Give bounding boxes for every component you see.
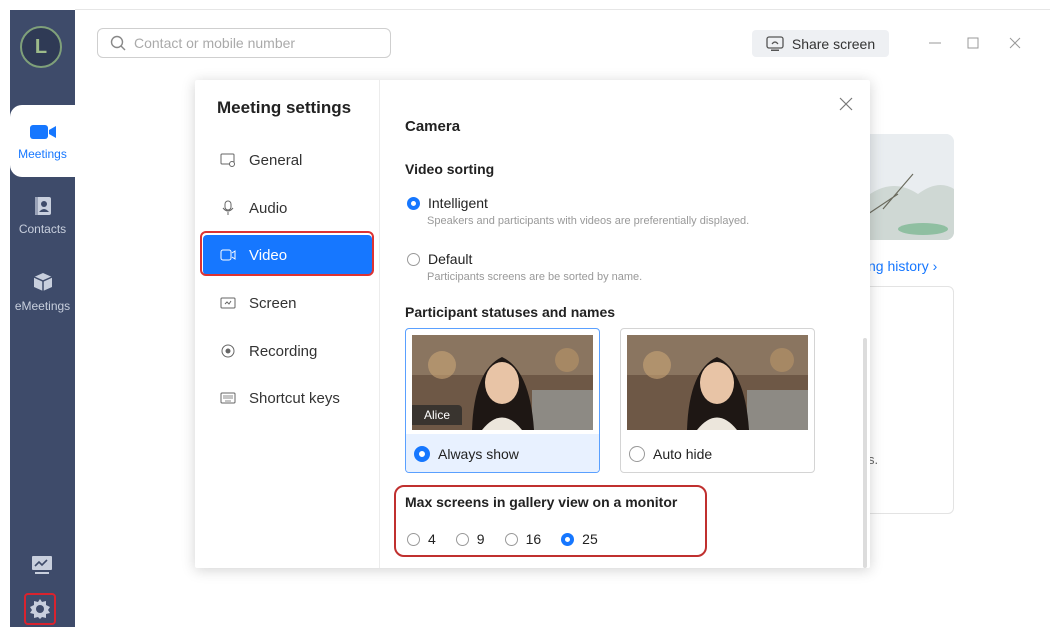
radio-button[interactable] xyxy=(455,532,469,546)
option-4[interactable]: 4 xyxy=(407,531,436,547)
dialog-title: Meeting settings xyxy=(217,98,352,117)
radio-button[interactable] xyxy=(407,252,420,266)
nav-item-shortcut-keys[interactable]: Shortcut keys xyxy=(203,378,372,418)
radio-default[interactable]: Default xyxy=(407,251,472,267)
sidebar-item-label: eMeetings xyxy=(14,299,71,313)
app-sidebar: L Meetings Contacts eMeetings xyxy=(10,10,75,627)
screen-share-monitor-icon[interactable] xyxy=(30,553,54,577)
settings-scrollbar[interactable] xyxy=(863,338,867,568)
always-show-option[interactable]: Always show xyxy=(406,434,599,472)
always-show-card[interactable]: Alice Always show xyxy=(405,328,600,473)
radio-label: 16 xyxy=(525,531,542,547)
cube-icon xyxy=(33,273,52,291)
radio-button[interactable] xyxy=(629,446,645,462)
sidebar-item-label: Contacts xyxy=(18,222,67,236)
search-placeholder: Contact or mobile number xyxy=(134,35,296,51)
radio-label: Intelligent xyxy=(428,195,488,211)
default-description: Participants screens are be sorted by na… xyxy=(427,271,643,283)
radio-label: 9 xyxy=(476,531,485,547)
max-screens-options: 4 9 16 25 xyxy=(407,531,618,547)
sidebar-item-emeetings[interactable]: eMeetings xyxy=(10,265,75,325)
keyboard-icon xyxy=(219,389,237,407)
option-25[interactable]: 25 xyxy=(561,531,598,547)
max-screens-heading: Max screens in gallery view on a monitor xyxy=(405,494,678,510)
option-16[interactable]: 16 xyxy=(504,531,542,547)
meeting-history-link[interactable]: ng history › xyxy=(868,258,937,274)
video-camera-icon xyxy=(29,125,56,139)
nav-item-label: Audio xyxy=(249,199,288,217)
nav-item-audio[interactable]: Audio xyxy=(203,188,372,228)
participant-name-tag: Alice xyxy=(412,405,463,425)
radio-button[interactable] xyxy=(504,532,518,546)
nav-item-screen[interactable]: Screen xyxy=(203,283,372,323)
share-screen-button[interactable]: Share screen xyxy=(752,30,889,57)
radio-intelligent[interactable]: Intelligent xyxy=(407,195,488,211)
illustration-card xyxy=(858,134,954,240)
radio-label: 4 xyxy=(428,531,436,547)
video-sorting-heading: Video sorting xyxy=(405,161,495,177)
close-dialog-icon[interactable] xyxy=(837,96,855,114)
nav-item-label: General xyxy=(249,151,303,169)
share-screen-icon xyxy=(766,35,784,51)
radio-label: 25 xyxy=(582,531,598,547)
close-window-icon[interactable] xyxy=(1006,34,1024,52)
radio-button-selected[interactable] xyxy=(407,196,420,210)
background-panel xyxy=(858,286,954,514)
auto-hide-option[interactable]: Auto hide xyxy=(621,434,814,472)
search-input[interactable]: Contact or mobile number xyxy=(97,28,391,58)
radio-label: Auto hide xyxy=(653,446,713,462)
camera-heading: Camera xyxy=(405,118,461,135)
screen-icon xyxy=(219,294,237,312)
radio-label: Default xyxy=(428,251,473,267)
intelligent-description: Speakers and participants with videos ar… xyxy=(427,215,750,227)
video-highlight-box xyxy=(200,231,374,276)
radio-button-selected[interactable] xyxy=(561,532,575,546)
settings-gear-icon[interactable] xyxy=(24,593,56,625)
sidebar-item-contacts[interactable]: Contacts xyxy=(10,190,75,250)
app-logo: L xyxy=(20,26,62,68)
sidebar-item-label: Meetings xyxy=(18,147,67,161)
radio-button-selected[interactable] xyxy=(414,446,430,462)
minimize-icon[interactable] xyxy=(926,34,944,52)
general-icon xyxy=(219,151,237,169)
participant-preview-image xyxy=(627,335,808,430)
nav-item-label: Recording xyxy=(249,342,318,360)
contacts-icon xyxy=(34,197,51,215)
record-icon xyxy=(219,342,237,360)
nav-item-label: Shortcut keys xyxy=(249,389,340,407)
sidebar-item-meetings[interactable]: Meetings xyxy=(10,105,75,177)
nav-item-general[interactable]: General xyxy=(203,140,372,180)
nav-item-recording[interactable]: Recording xyxy=(203,331,372,371)
auto-hide-card[interactable]: Auto hide xyxy=(620,328,815,473)
meeting-settings-dialog: Meeting settings General Audio Video Scr… xyxy=(195,80,870,568)
mic-icon xyxy=(219,199,237,217)
search-icon xyxy=(110,35,126,51)
nav-item-label: Screen xyxy=(249,294,297,312)
radio-button[interactable] xyxy=(407,532,420,546)
maximize-icon[interactable] xyxy=(964,34,982,52)
radio-label: Always show xyxy=(438,446,519,462)
option-9[interactable]: 9 xyxy=(455,531,485,547)
top-divider xyxy=(75,9,1050,10)
participant-statuses-heading: Participant statuses and names xyxy=(405,304,616,320)
settings-nav: Meeting settings General Audio Video Scr… xyxy=(195,80,380,568)
share-screen-label: Share screen xyxy=(791,35,876,52)
